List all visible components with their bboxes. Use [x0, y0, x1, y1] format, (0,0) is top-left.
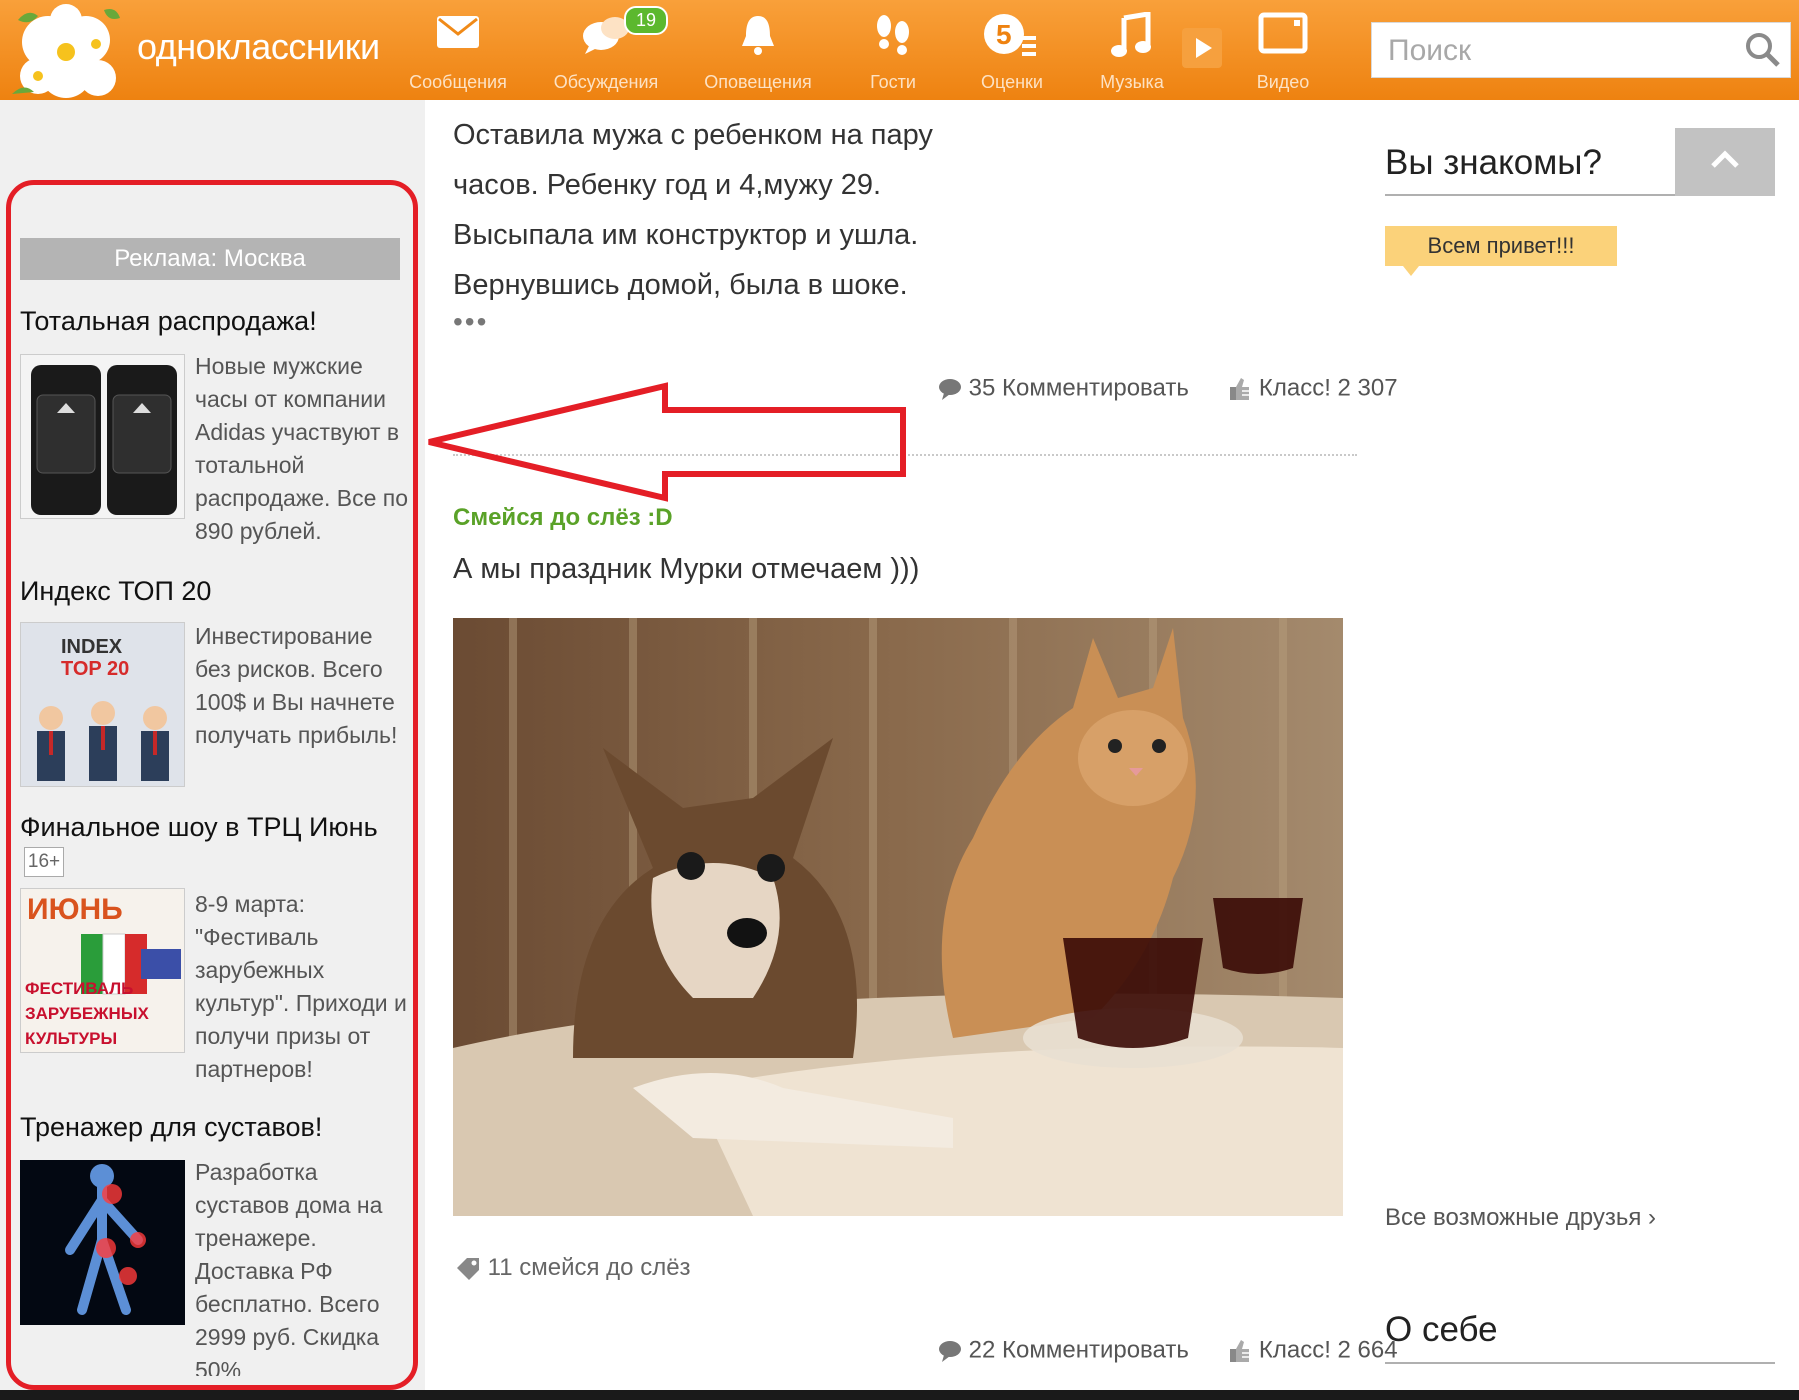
ad-text-index[interactable]: Инвестирование без рисков. Всего 100$ и …	[195, 620, 410, 752]
search-input[interactable]	[1372, 23, 1750, 79]
post1-read-more[interactable]: •••	[453, 306, 488, 338]
ad-text-sale[interactable]: Новые мужские часы от компании Adidas уч…	[195, 350, 410, 548]
post2-group-link[interactable]: Смейся до слёз :D	[453, 504, 673, 532]
post1-comment-button[interactable]: 35 Комментировать	[938, 374, 1196, 402]
nav-messages[interactable]: Сообщения	[398, 12, 518, 96]
ad-image-index[interactable]: INDEX TOP 20	[20, 622, 185, 787]
play-icon	[1196, 38, 1212, 58]
nav-messages-label: Сообщения	[409, 72, 507, 92]
post2-like-button[interactable]: Класс! 2 664	[1228, 1336, 1398, 1364]
bell-icon	[742, 16, 774, 55]
ad-image-joints[interactable]	[20, 1160, 185, 1325]
envelope-icon	[437, 16, 479, 48]
nav-notifications[interactable]: Оповещения	[698, 12, 818, 96]
ad-title-show[interactable]: Финальное шоу в ТРЦ Июнь	[20, 812, 378, 843]
top-navigation-bar: одноклассники Сообщения 19 Обсуждения Оп…	[0, 0, 1799, 100]
nav-guests[interactable]: Гости	[833, 12, 953, 96]
post1-line-4: Вернувшись домой, была в шоке.	[453, 269, 908, 301]
ad-text-show[interactable]: 8-9 марта: "Фестиваль зарубежных культур…	[195, 888, 410, 1086]
ad-index-thumb-text-2: TOP 20	[61, 658, 129, 680]
ads-header: Реклама: Москва	[20, 238, 400, 280]
ad-festival-thumb-text-1: ИЮНЬ	[27, 893, 123, 926]
tag-icon	[457, 1257, 479, 1280]
chevron-up-icon	[1711, 150, 1739, 168]
thumbs-up-icon	[1230, 1339, 1250, 1362]
post2-tag[interactable]: 11 смейся до слёз	[455, 1254, 691, 1282]
ad-festival-thumb-text-2: ФЕСТИВАЛЬ	[25, 979, 133, 998]
logo-flower-icon[interactable]	[8, 0, 126, 100]
post1-actions: 35 Комментировать Класс! 2 307	[938, 374, 1398, 404]
post1-like-label: Класс! 2 307	[1258, 374, 1398, 402]
brand-name[interactable]: одноклассники	[137, 26, 380, 68]
comment-icon	[939, 378, 961, 400]
all-friends-link[interactable]: Все возможные друзья ›	[1385, 1204, 1656, 1232]
about-underline	[1385, 1362, 1775, 1364]
red-arrow-annotation	[428, 382, 906, 502]
nav-video-label: Видео	[1256, 72, 1310, 92]
footprints-icon	[877, 15, 909, 55]
music-note-icon	[1111, 12, 1151, 57]
search-box	[1371, 22, 1791, 79]
age-rating-badge: 16+	[24, 847, 64, 877]
post1-comment-label: 35 Комментировать	[968, 374, 1189, 402]
ad-title-sale[interactable]: Тотальная распродажа!	[20, 306, 317, 337]
about-title: О себе	[1385, 1310, 1498, 1349]
post2-like-label: Класс! 2 664	[1258, 1336, 1398, 1364]
post2-title: А мы праздник Мурки отмечаем )))	[453, 553, 920, 585]
post2-comment-label: 22 Комментировать	[968, 1336, 1189, 1364]
ad-image-festival[interactable]: ИЮНЬ ФЕСТИВАЛЬ ЗАРУБЕЖНЫХ КУЛЬТУРЫ	[20, 888, 185, 1053]
nav-music[interactable]: Музыка	[1072, 12, 1192, 96]
ad-text-trainer[interactable]: Разработка суставов дома на тренажере. Д…	[195, 1156, 410, 1376]
post1-line-3: Высыпала им конструктор и ушла.	[453, 219, 919, 251]
comment-icon	[939, 1340, 961, 1362]
svg-text:5: 5	[996, 19, 1012, 50]
status-bubble[interactable]: Всем привет!!!	[1385, 226, 1617, 276]
suggest-friends-title: Вы знакомы?	[1385, 143, 1602, 182]
search-icon[interactable]	[1744, 31, 1782, 69]
post1-line-1: Оставила мужа с ребенком на пару	[453, 119, 933, 151]
nav-discussions[interactable]: 19 Обсуждения	[546, 6, 669, 96]
ad-title-index[interactable]: Индекс ТОП 20	[20, 576, 211, 607]
post2-photo-dog-cat[interactable]	[453, 618, 1343, 1216]
ad-festival-thumb-text-4: КУЛЬТУРЫ	[25, 1029, 117, 1048]
ad-index-thumb-text-1: INDEX	[61, 636, 123, 658]
nav-video[interactable]: Видео	[1223, 12, 1343, 96]
nav-music-label: Музыка	[1100, 72, 1164, 92]
ad-image-watches[interactable]	[20, 354, 185, 519]
nav-ratings-label: Оценки	[981, 72, 1043, 92]
five-star-rating-icon: 5	[984, 14, 1036, 56]
post1-like-button[interactable]: Класс! 2 307	[1228, 374, 1398, 402]
discussions-count-badge: 19	[624, 6, 669, 35]
thumbs-up-icon	[1230, 377, 1250, 400]
post2-comment-button[interactable]: 22 Комментировать	[938, 1336, 1196, 1364]
ad-festival-thumb-text-3: ЗАРУБЕЖНЫХ	[25, 1004, 149, 1023]
nav-guests-label: Гости	[870, 72, 916, 92]
collapse-button[interactable]	[1675, 128, 1775, 196]
video-screen-icon	[1258, 12, 1308, 54]
post2-tag-label: 11 смейся до слёз	[487, 1254, 691, 1281]
nav-discussions-label: Обсуждения	[553, 72, 659, 92]
ad-title-trainer[interactable]: Тренажер для суставов!	[20, 1112, 322, 1143]
music-play-button[interactable]	[1182, 28, 1222, 68]
nav-notifications-label: Оповещения	[704, 72, 812, 92]
post1-line-2: часов. Ребенку год и 4,мужу 29.	[453, 169, 882, 201]
nav-ratings[interactable]: 5 Оценки	[952, 12, 1072, 96]
post2-actions: 22 Комментировать Класс! 2 664	[938, 1336, 1398, 1366]
bottom-border	[0, 1390, 1799, 1400]
